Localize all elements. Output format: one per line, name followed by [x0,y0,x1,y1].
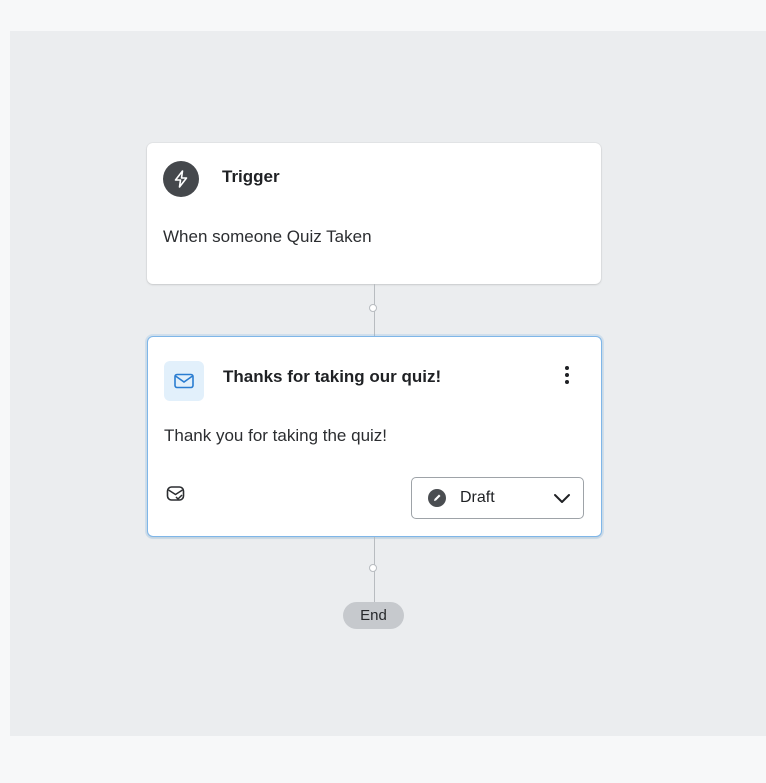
trigger-card[interactable]: Trigger When someone Quiz Taken [147,143,601,284]
trigger-title: Trigger [222,167,280,186]
email-description: Thank you for taking the quiz! [164,426,388,445]
status-value: Draft [460,489,495,506]
email-envelope-icon [164,361,204,401]
status-dropdown[interactable]: Draft [411,477,584,519]
end-node: End [343,602,404,629]
email-check-icon [166,485,186,503]
chevron-down-icon [554,494,570,503]
connector-node[interactable] [369,564,377,572]
lightning-bolt-icon [163,161,199,197]
email-action-card[interactable]: Thanks for taking our quiz! Thank you fo… [147,336,602,537]
draft-status-icon [428,489,446,507]
email-title: Thanks for taking our quiz! [223,367,442,386]
connector-node[interactable] [369,304,377,312]
trigger-description: When someone Quiz Taken [163,227,372,246]
more-vertical-icon[interactable] [561,363,573,387]
